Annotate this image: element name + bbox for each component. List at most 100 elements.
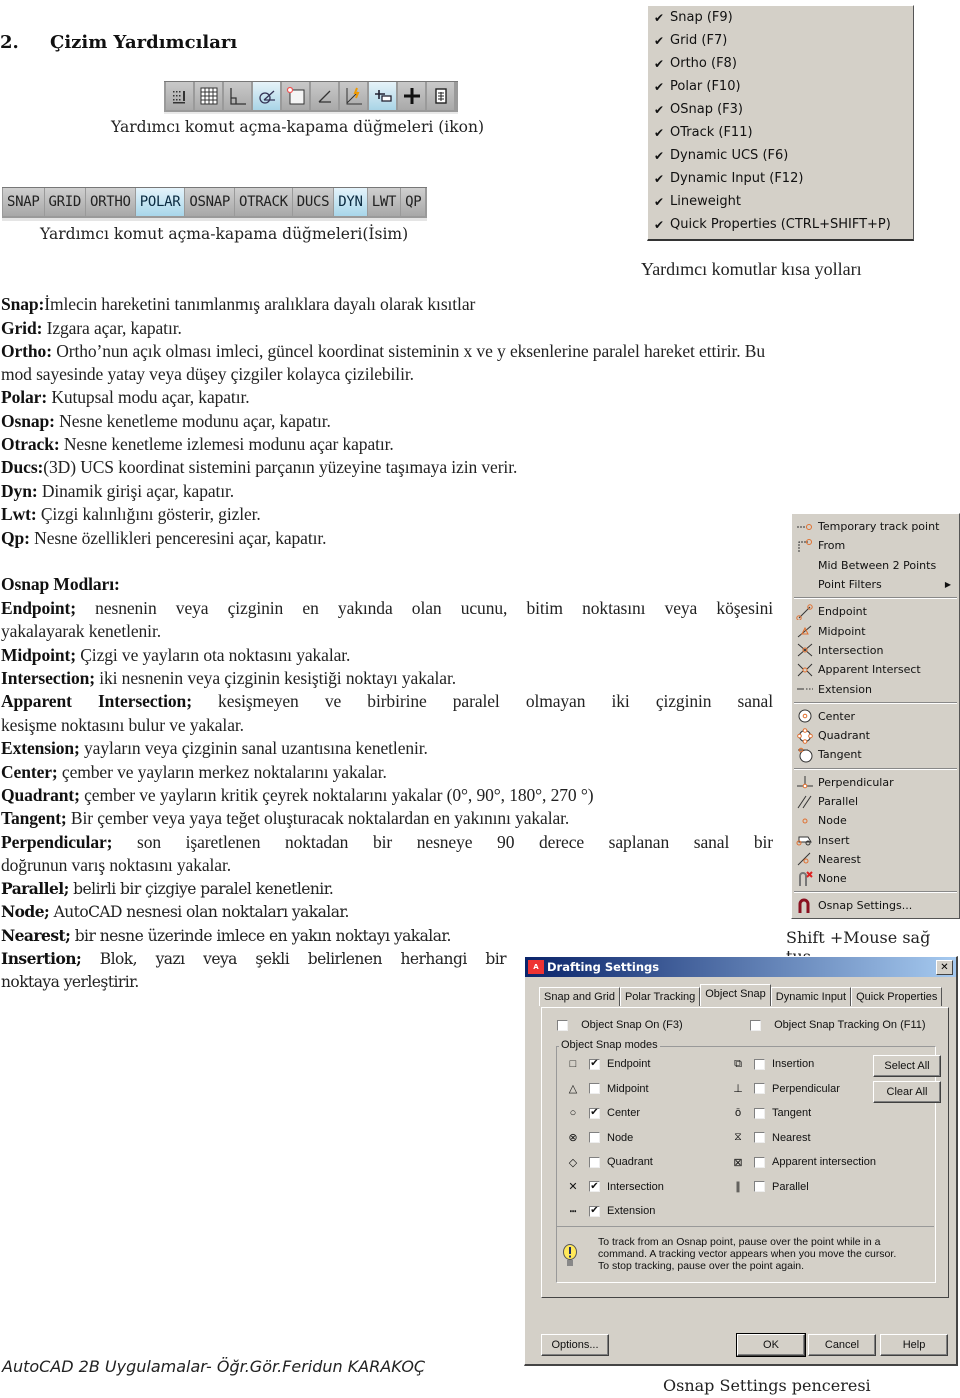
osnap-mode-tangent: Tangent; Bir çember veya yaya teğet oluş… — [1, 808, 570, 828]
mode-midpoint[interactable]: △ Midpoint — [566, 1080, 649, 1098]
tab-polar-tracking[interactable]: Polar Tracking — [619, 987, 701, 1006]
mode-apparent-intersection[interactable]: ⊠ Apparent intersection — [731, 1153, 876, 1171]
otrack-toggle-button[interactable]: OTRACK — [235, 188, 292, 216]
ctx-label: Parallel — [818, 795, 859, 808]
ctx-endpoint[interactable]: Endpoint — [792, 602, 959, 621]
checkbox[interactable]: ✔ — [589, 1058, 600, 1070]
qp-toggle-button[interactable]: QP — [401, 188, 426, 216]
osnap-toggle-button[interactable]: OSNAP — [185, 188, 234, 216]
checkbox[interactable]: ✔ — [589, 1107, 600, 1119]
object-snap-panel: Object Snap On (F3) Object Snap Tracking… — [541, 1007, 949, 1298]
menu-item-snap[interactable]: ✔ Snap (F9) — [648, 6, 913, 29]
ctx-none[interactable]: None — [792, 869, 959, 888]
ortho-toggle-button[interactable]: ORTHO — [86, 188, 135, 216]
checkbox[interactable] — [754, 1083, 765, 1094]
ctx-mid-between-2-points[interactable]: Mid Between 2 Points — [792, 556, 959, 575]
ctx-parallel[interactable]: Parallel — [792, 792, 959, 811]
ctx-node[interactable]: Node — [792, 811, 959, 830]
clear-all-button[interactable]: Clear All — [873, 1081, 941, 1103]
tab-snap-and-grid[interactable]: Snap and Grid — [539, 987, 620, 1006]
menu-item-otrack[interactable]: ✔ OTrack (F11) — [648, 121, 913, 144]
ctx-extension[interactable]: Extension — [792, 679, 959, 698]
ctx-point-filters[interactable]: Point Filters ▶ — [792, 575, 959, 594]
shortcut-menu-caption: Yardımcı komutlar kısa yolları — [641, 259, 862, 279]
checkbox[interactable] — [754, 1058, 765, 1070]
tracking-info-text: To track from an Osnap point, pause over… — [598, 1236, 897, 1272]
definition-ortho: Ortho: Ortho’nun açık olması imleci, gün… — [1, 341, 766, 361]
dyn-toggle-button[interactable]: DYN — [334, 188, 367, 216]
mode-perpendicular[interactable]: ⊥ Perpendicular — [731, 1080, 840, 1098]
help-button[interactable]: Help — [880, 1334, 948, 1356]
snap-mode-button[interactable] — [166, 82, 193, 110]
close-button[interactable]: ✕ — [936, 959, 953, 975]
mode-center[interactable]: ○ ✔ Center — [566, 1104, 640, 1122]
menu-item-ortho[interactable]: ✔ Ortho (F8) — [648, 52, 913, 75]
ctx-temporary-track-point[interactable]: Temporary track point — [792, 517, 959, 536]
checkbox[interactable]: ✔ — [589, 1181, 600, 1192]
menu-item-polar[interactable]: ✔ Polar (F10) — [648, 75, 913, 98]
ctx-midpoint[interactable]: Midpoint — [792, 621, 959, 640]
checkbox[interactable] — [754, 1107, 765, 1119]
mode-endpoint[interactable]: □ ✔ Endpoint — [566, 1055, 651, 1073]
menu-item-lineweight[interactable]: ✔ Lineweight — [648, 190, 913, 213]
mode-quadrant[interactable]: ◇ Quadrant — [566, 1153, 653, 1171]
mode-nearest[interactable]: ⧖ Nearest — [731, 1129, 810, 1147]
checkbox[interactable]: ✔ — [589, 1205, 600, 1217]
polar-toggle-button[interactable]: POLAR — [135, 188, 185, 216]
ctx-perpendicular[interactable]: Perpendicular — [792, 773, 959, 792]
ctx-tangent[interactable]: Tangent — [792, 745, 959, 764]
checkbox[interactable] — [754, 1132, 765, 1143]
check-icon: ✔ — [653, 10, 665, 25]
ctx-osnap-settings[interactable]: Osnap Settings... — [792, 896, 959, 915]
tab-dynamic-input[interactable]: Dynamic Input — [770, 987, 852, 1006]
ctx-from[interactable]: From — [792, 536, 959, 555]
checkbox[interactable] — [754, 1156, 765, 1168]
ctx-quadrant[interactable]: Quadrant — [792, 726, 959, 745]
lwt-toggle-button[interactable]: LWT — [367, 188, 401, 216]
checkbox[interactable] — [589, 1132, 600, 1143]
ctx-apparent-intersect[interactable]: Apparent Intersect — [792, 660, 959, 679]
grid-display-button[interactable] — [195, 82, 222, 110]
tab-quick-properties[interactable]: Quick Properties — [851, 987, 943, 1006]
checkbox[interactable] — [589, 1083, 600, 1094]
checkbox[interactable] — [750, 1019, 761, 1031]
extension-marker-icon: ┅ — [569, 1205, 577, 1218]
snap-toggle-button[interactable]: SNAP — [3, 188, 44, 216]
cancel-button[interactable]: Cancel — [808, 1334, 876, 1356]
menu-item-dynamic-ucs[interactable]: ✔ Dynamic UCS (F6) — [648, 144, 913, 167]
quick-properties-button[interactable] — [427, 82, 454, 110]
grid-toggle-button[interactable]: GRID — [44, 188, 86, 216]
menu-item-osnap[interactable]: ✔ OSnap (F3) — [648, 98, 913, 121]
lineweight-button[interactable] — [398, 82, 425, 110]
ok-button[interactable]: OK — [736, 1333, 806, 1357]
object-snap-tracking-button[interactable] — [311, 82, 338, 110]
menu-item-quick-properties[interactable]: ✔ Quick Properties (CTRL+SHIFT+P) — [648, 213, 913, 236]
dynamic-ucs-button[interactable] — [340, 82, 367, 110]
ortho-mode-button[interactable] — [224, 82, 251, 110]
ctx-center[interactable]: Center — [792, 707, 959, 726]
ctx-nearest[interactable]: Nearest — [792, 850, 959, 869]
checkbox[interactable] — [589, 1156, 600, 1168]
otrack-on-checkbox[interactable]: Object Snap Tracking On (F11) — [750, 1016, 926, 1034]
menu-item-grid[interactable]: ✔ Grid (F7) — [648, 29, 913, 52]
ctx-insert[interactable]: Insert — [792, 830, 959, 849]
checkbox[interactable] — [557, 1019, 568, 1031]
checkbox[interactable] — [754, 1181, 765, 1192]
mode-parallel[interactable]: ∥ Parallel — [731, 1178, 808, 1196]
mode-insertion[interactable]: ⧉ Insertion — [731, 1055, 814, 1073]
tab-object-snap[interactable]: Object Snap — [700, 984, 771, 1006]
select-all-button[interactable]: Select All — [873, 1055, 941, 1077]
object-snap-button[interactable] — [282, 82, 309, 110]
mode-node[interactable]: ⊗ Node — [566, 1129, 633, 1147]
options-button[interactable]: Options... — [541, 1334, 609, 1356]
osnap-on-checkbox[interactable]: Object Snap On (F3) — [557, 1016, 683, 1034]
polar-tracking-button[interactable] — [253, 82, 280, 110]
ducs-toggle-button[interactable]: DUCS — [292, 188, 334, 216]
ctx-intersection[interactable]: Intersection — [792, 641, 959, 660]
mode-extension[interactable]: ┅ ✔ Extension — [566, 1202, 656, 1220]
parallel-icon — [797, 795, 812, 808]
dynamic-input-button[interactable] — [369, 82, 396, 110]
menu-item-dynamic-input[interactable]: ✔ Dynamic Input (F12) — [648, 167, 913, 190]
mode-tangent[interactable]: ō Tangent — [731, 1104, 811, 1122]
mode-intersection[interactable]: ✕ ✔ Intersection — [566, 1178, 663, 1196]
